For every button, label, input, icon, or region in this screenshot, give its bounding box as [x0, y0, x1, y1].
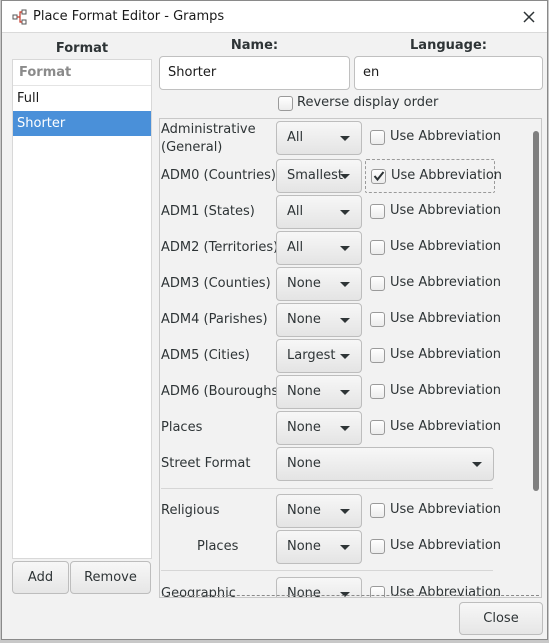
dropdown-arrow-icon — [340, 545, 350, 550]
level-combo-adm4[interactable]: None — [276, 303, 362, 337]
reverse-order-label: Reverse display order — [297, 95, 439, 110]
close-icon[interactable] — [520, 8, 538, 26]
title-bar[interactable]: Place Format Editor - Gramps — [2, 1, 547, 33]
level-combo-adm5[interactable]: Largest — [276, 339, 362, 373]
reverse-order-checkbox[interactable]: Reverse display order — [277, 94, 439, 114]
dropdown-arrow-icon — [340, 509, 350, 514]
level-combo-general[interactable]: All — [276, 121, 362, 155]
level-label-adm3: ADM3 (Counties) — [161, 276, 271, 291]
level-label-adm6: ADM6 (Bouroughs) — [161, 384, 284, 399]
checkmark-icon — [373, 171, 385, 182]
level-label-general: Administrative (General) — [161, 122, 256, 155]
religious-combo[interactable]: None — [276, 494, 362, 528]
abbr-checkbox-adm4[interactable] — [370, 312, 385, 327]
abbr-checkbox-adm3[interactable] — [370, 276, 385, 291]
religious-label: Religious — [161, 503, 220, 518]
dropdown-arrow-icon — [340, 390, 350, 395]
dropdown-arrow-icon — [340, 174, 350, 179]
abbr-toggle-adm3[interactable]: Use Abbreviation — [365, 267, 501, 301]
geographic-label: Geographic — [161, 586, 236, 598]
level-combo-adm6[interactable]: None — [276, 375, 362, 409]
religious-places-label: Places — [197, 539, 239, 554]
close-button[interactable]: Close — [459, 602, 543, 635]
level-label-places: Places — [161, 420, 203, 435]
window-title: Place Format Editor - Gramps — [33, 9, 225, 24]
dropdown-arrow-icon — [340, 246, 350, 251]
language-label: Language: — [410, 38, 487, 53]
level-label-adm2: ADM2 (Territories) — [161, 240, 279, 255]
abbr-toggle-adm1[interactable]: Use Abbreviation — [365, 195, 501, 229]
language-field[interactable]: en — [354, 56, 543, 90]
level-label-adm1: ADM1 (States) — [161, 204, 255, 219]
dropdown-arrow-icon — [340, 426, 350, 431]
separator — [161, 570, 493, 571]
abbr-toggle-adm4[interactable]: Use Abbreviation — [365, 303, 501, 337]
religious-places-combo[interactable]: None — [276, 530, 362, 564]
level-scroll-pane[interactable]: Administrative (General) All Use Abbrevi… — [159, 118, 542, 598]
add-button[interactable]: Add — [12, 561, 69, 594]
level-label-adm0: ADM0 (Countries) — [161, 168, 277, 183]
abbr-toggle-general[interactable]: Use Abbreviation — [365, 121, 501, 155]
abbr-checkbox-adm2[interactable] — [370, 240, 385, 255]
reverse-order-check[interactable] — [278, 96, 293, 111]
level-label-adm5: ADM5 (Cities) — [161, 348, 250, 363]
abbr-toggle-places[interactable]: Use Abbreviation — [365, 411, 501, 445]
separator — [161, 488, 493, 489]
level-combo-adm1[interactable]: All — [276, 195, 362, 229]
format-item-shorter[interactable]: Shorter — [13, 111, 151, 136]
format-column-header[interactable]: Format — [13, 60, 151, 86]
level-combo-adm2[interactable]: All — [276, 231, 362, 265]
abbr-checkbox-adm6[interactable] — [370, 384, 385, 399]
dropdown-arrow-icon — [472, 462, 482, 467]
level-combo-adm0[interactable]: Smallest — [276, 159, 362, 193]
remove-button[interactable]: Remove — [70, 561, 151, 594]
abbr-checkbox-religious-places[interactable] — [370, 539, 385, 554]
street-format-label: Street Format — [161, 456, 251, 471]
abbr-checkbox-geographic[interactable] — [370, 586, 385, 597]
dropdown-arrow-icon — [340, 318, 350, 323]
abbr-checkbox-adm0[interactable] — [371, 169, 386, 184]
abbr-toggle-adm0[interactable]: Use Abbreviation — [365, 159, 502, 193]
dropdown-arrow-icon — [340, 136, 350, 141]
abbr-toggle-adm5[interactable]: Use Abbreviation — [365, 339, 501, 373]
format-list-title: Format — [55, 41, 109, 56]
level-combo-places[interactable]: None — [276, 411, 362, 445]
abbr-checkbox-adm5[interactable] — [370, 348, 385, 363]
dropdown-arrow-icon — [340, 282, 350, 287]
street-format-combo[interactable]: None — [276, 447, 494, 481]
dropdown-arrow-icon — [340, 210, 350, 215]
level-combo-adm3[interactable]: None — [276, 267, 362, 301]
abbr-toggle-adm2[interactable]: Use Abbreviation — [365, 231, 501, 265]
name-field[interactable]: Shorter — [159, 56, 350, 90]
abbr-checkbox-places[interactable] — [370, 420, 385, 435]
level-label-adm4: ADM4 (Parishes) — [161, 312, 268, 327]
abbr-toggle-adm6[interactable]: Use Abbreviation — [365, 375, 501, 409]
place-format-editor-window: Place Format Editor - Gramps Format Form… — [1, 0, 548, 640]
format-item-full[interactable]: Full — [13, 86, 151, 111]
abbr-toggle-religious[interactable]: Use Abbreviation — [365, 494, 501, 528]
abbr-checkbox-general[interactable] — [370, 130, 385, 145]
vertical-scrollbar[interactable] — [533, 131, 539, 491]
name-label: Name: — [230, 38, 279, 53]
abbr-checkbox-religious[interactable] — [370, 503, 385, 518]
scroll-overflow-indicator — [162, 595, 539, 596]
dropdown-arrow-icon — [340, 354, 350, 359]
format-list[interactable]: Format Full Shorter — [12, 59, 152, 559]
gramps-tree-icon — [12, 9, 28, 25]
abbr-toggle-religious-places[interactable]: Use Abbreviation — [365, 530, 501, 564]
abbr-checkbox-adm1[interactable] — [370, 204, 385, 219]
